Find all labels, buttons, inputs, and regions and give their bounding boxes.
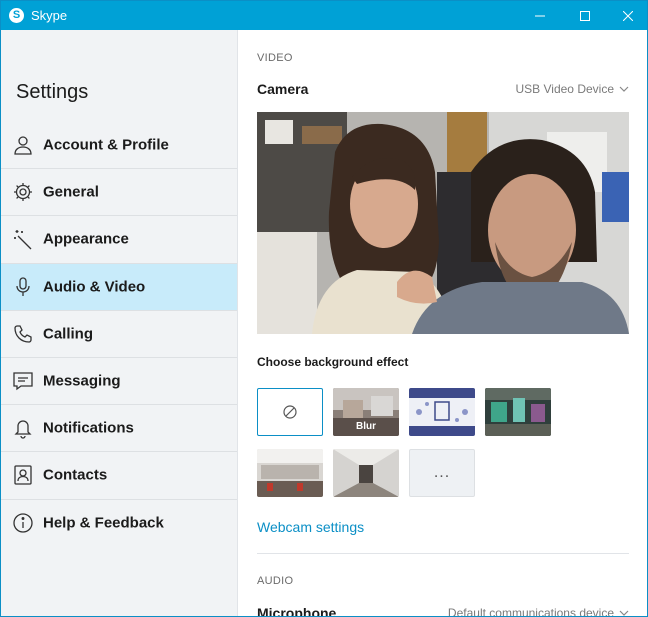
info-icon — [13, 512, 33, 533]
person-icon — [14, 135, 32, 155]
office-scene-preview-image — [257, 449, 323, 497]
camera-device-value: USB Video Device — [515, 82, 615, 96]
contact-card-icon — [14, 465, 32, 486]
sidebar-item-label: General — [43, 183, 99, 201]
sidebar-item-label: Appearance — [43, 230, 129, 248]
chat-icon — [13, 372, 33, 391]
video-section-label: VIDEO — [257, 52, 293, 64]
phone-icon — [14, 325, 32, 343]
microphone-icon — [16, 277, 30, 296]
more-effects-label: ... — [433, 464, 451, 481]
maximize-button[interactable] — [562, 1, 608, 30]
minimize-button[interactable] — [517, 1, 563, 30]
sidebar-item-calling[interactable]: Calling — [1, 309, 237, 357]
maximize-icon — [580, 10, 590, 21]
sidebar-item-label: Contacts — [43, 466, 108, 484]
effect-winter-pattern-tile[interactable] — [409, 388, 475, 436]
sidebar-item-audio-video[interactable]: Audio & Video — [1, 262, 237, 310]
settings-content: VIDEO Camera USB Video Device Choose bac… — [238, 30, 647, 617]
microphone-label: Microphone — [257, 605, 337, 617]
magic-wand-icon — [14, 230, 32, 250]
background-effect-label: Choose background effect — [257, 355, 409, 369]
hallway-scene-preview-image — [333, 449, 399, 497]
camera-device-dropdown[interactable]: USB Video Device — [516, 82, 630, 96]
camera-preview-image — [257, 112, 629, 334]
more-effects-button[interactable]: ... — [409, 449, 475, 497]
blur-tile-label: Blur — [356, 421, 376, 432]
sidebar-item-label: Account & Profile — [43, 136, 169, 154]
section-divider — [257, 553, 629, 554]
no-effect-icon — [283, 405, 297, 419]
minimize-icon — [535, 15, 545, 16]
camera-preview — [257, 112, 629, 334]
skype-app-icon: S — [9, 8, 24, 23]
sidebar-item-label: Audio & Video — [43, 278, 146, 296]
webcam-settings-link[interactable]: Webcam settings — [257, 519, 364, 535]
winter-pattern-preview-image — [409, 388, 475, 436]
settings-nav: Account & Profile General Appearance Aud… — [1, 121, 237, 546]
camera-label: Camera — [257, 81, 309, 97]
sidebar-item-appearance[interactable]: Appearance — [1, 215, 237, 262]
sidebar-item-account-profile[interactable]: Account & Profile — [1, 121, 237, 168]
sidebar-item-label: Calling — [43, 325, 94, 343]
room-scene-preview-image — [485, 388, 551, 436]
chevron-down-icon — [619, 610, 629, 616]
effect-hallway-scene-tile[interactable] — [333, 449, 399, 497]
window-title: Skype — [31, 8, 68, 23]
effect-room-scene-tile[interactable] — [485, 388, 551, 436]
sidebar-item-label: Messaging — [43, 372, 121, 390]
microphone-device-dropdown[interactable]: Default communications device — [447, 606, 629, 617]
sidebar-item-contacts[interactable]: Contacts — [1, 451, 237, 498]
microphone-device-value: Default communications device — [447, 606, 614, 617]
close-icon — [623, 10, 633, 21]
settings-sidebar: Settings Account & Profile General Appea… — [1, 30, 238, 616]
sidebar-item-label: Notifications — [43, 419, 134, 437]
sidebar-item-help-feedback[interactable]: Help & Feedback — [1, 498, 237, 546]
audio-section-label: AUDIO — [257, 575, 294, 587]
skype-window: S Skype Settings Account & Profile Gener… — [0, 0, 648, 617]
effect-office-scene-tile[interactable] — [257, 449, 323, 497]
sidebar-item-label: Help & Feedback — [43, 514, 164, 532]
chevron-down-icon — [619, 86, 629, 92]
effect-none-tile[interactable] — [257, 388, 323, 436]
settings-heading: Settings — [16, 81, 89, 103]
effect-blur-tile[interactable]: Blur — [333, 388, 399, 436]
sidebar-item-notifications[interactable]: Notifications — [1, 404, 237, 451]
bell-icon — [14, 420, 32, 439]
close-button[interactable] — [605, 1, 647, 30]
title-bar: S Skype — [1, 1, 647, 30]
sidebar-item-general[interactable]: General — [1, 168, 237, 215]
gear-icon — [14, 183, 32, 202]
sidebar-item-messaging[interactable]: Messaging — [1, 356, 237, 404]
